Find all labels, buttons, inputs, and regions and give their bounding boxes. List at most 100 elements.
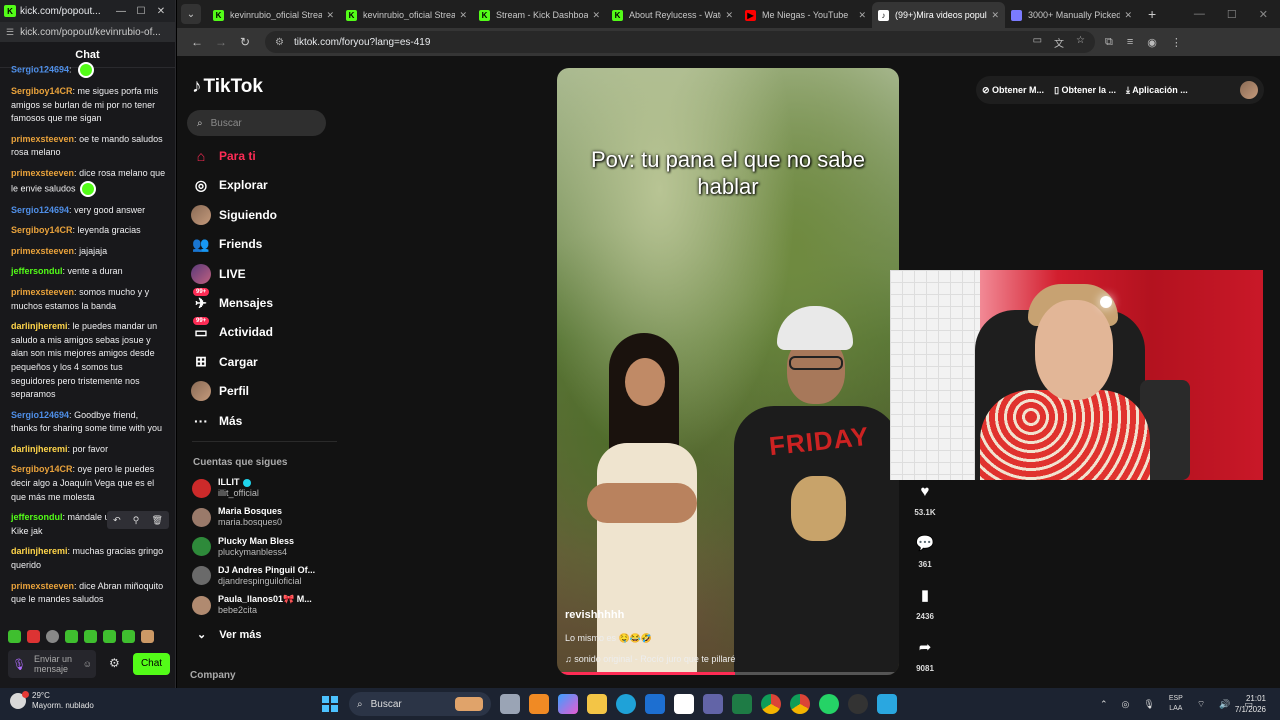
browser-tab[interactable]: 3000+ Manually Picked ✕ [1005,2,1138,28]
tiktok-logo[interactable]: ♪ TikTok [192,76,263,98]
chat-username[interactable]: primexsteeven [11,168,74,178]
chat-message-input[interactable]: 🎙 Enviar un mensaje ☺ [8,650,96,678]
delete-icon[interactable]: 🗑 [151,515,162,526]
profile-icon[interactable]: ◉ [1147,36,1157,49]
close-tab-icon[interactable]: ✕ [1124,10,1132,21]
chrome-active-icon[interactable] [790,694,810,714]
chat-username[interactable]: primexsteeven [11,581,74,591]
location-icon[interactable]: ◎ [1122,699,1130,710]
chat-username[interactable]: Sergiboy14CR [11,464,73,474]
emote-icon[interactable] [122,630,135,643]
like-button[interactable]: ♥ 53.1K [910,478,940,518]
nav-item[interactable]: ··· Más [191,411,242,431]
chat-username[interactable]: darlinjheremi [11,444,68,454]
emote-icon[interactable] [141,630,154,643]
emote-icon[interactable] [84,630,97,643]
chat-message[interactable]: Sergio124694: Goodbye friend, thanks for… [11,409,167,436]
clock[interactable]: 21:01 7/1/2026 [1235,693,1266,715]
chat-message[interactable]: darlinjheremi: muchas gracias gringo que… [11,545,167,572]
language-indicator[interactable]: ESP LAA [1169,694,1183,714]
new-tab-icon[interactable]: + [1148,6,1156,22]
teams-icon[interactable] [703,694,723,714]
followed-account[interactable]: DJ Andres Pinguil Of... djandrespinguilof… [192,565,315,587]
windows-start-icon[interactable] [322,696,338,712]
outlook-icon[interactable] [645,694,665,714]
close-tab-icon[interactable]: ✕ [326,10,334,21]
pin-icon[interactable]: ⚲ [133,515,140,526]
close-tab-icon[interactable]: ✕ [459,10,467,21]
chat-username[interactable]: primexsteeven [11,246,74,256]
translate-icon[interactable]: 文 [1054,35,1064,50]
site-settings-icon[interactable]: ⚙ [275,37,284,48]
reload-icon[interactable]: ↻ [233,35,257,49]
share-button[interactable]: ➦ 9081 [910,634,940,673]
chat-message[interactable]: Sergiboy14CR: me sigues porfa mis amigos… [11,85,167,126]
nav-item[interactable]: Siguiendo [191,204,277,225]
browser-tab[interactable]: ♪ (99+)Mira videos popul... ✕ [872,2,1005,28]
browser-tab[interactable]: K About Reylucess - Watch ✕ [606,2,739,28]
chat-message[interactable]: primexsteeven: jajajaja [11,245,167,259]
chevron-up-icon[interactable]: ⌃ [1100,699,1108,710]
company-link[interactable]: Company [190,670,236,681]
chat-message[interactable]: darlinjheremi: por favor [11,443,167,457]
user-avatar[interactable] [1240,81,1258,99]
chat-message[interactable]: Sergio124694: very good answer [11,204,167,218]
tab-search-icon[interactable]: ⌄ [181,4,201,24]
excel-icon[interactable] [732,694,752,714]
chat-username[interactable]: Sergio124694 [11,410,69,420]
chat-send-button[interactable]: Chat [133,653,170,675]
omnibox[interactable]: ⚙ tiktok.com/foryou?lang=es-419 ▭ 文 ☆ [265,31,1095,53]
followed-account[interactable]: Maria Bosques maria.bosques0 [192,506,282,528]
capcut-icon[interactable] [674,694,694,714]
video-player[interactable]: FRIDAY Pov: tu pana el que no sabe habla… [557,68,899,675]
microphone-icon[interactable]: 🎙 [12,658,26,671]
close-tab-icon[interactable]: ✕ [858,10,866,21]
chat-message-list[interactable]: Sergio124694: Sergiboy14CR: me sigues po… [0,62,175,614]
emote-icon[interactable] [27,630,40,643]
chat-message[interactable]: jeffersondul: vente a duran [11,265,167,279]
followed-account[interactable]: Plucky Man Bless pluckymanbless4 [192,536,294,558]
chat-message[interactable]: darlinjheremi: le puedes mandar un salud… [11,320,167,402]
nav-item[interactable]: ▭ 99+ Actividad [191,317,273,342]
site-info-icon[interactable]: ☰ [6,27,14,38]
close-icon[interactable]: ✕ [1259,8,1268,21]
maximize-icon[interactable]: ☐ [131,6,151,17]
chat-message[interactable]: primexsteeven: dice Abran miñoquito que … [11,580,167,607]
maximize-icon[interactable]: ☐ [1227,8,1237,21]
emote-icon[interactable] [103,630,116,643]
obs-icon[interactable] [848,694,868,714]
chat-username[interactable]: darlinjheremi [11,546,68,556]
gear-icon[interactable]: ⚙ [109,656,120,670]
bookmark-star-icon[interactable]: ☆ [1076,35,1085,50]
chrome-icon[interactable] [761,694,781,714]
browser-tab[interactable]: Kkevinrubio_oficial Stream ✕ [340,2,473,28]
chat-username[interactable]: jeffersondul [11,266,63,276]
nav-item[interactable]: ⊞ Cargar [191,352,258,372]
cast-icon[interactable]: ▭ [1033,35,1042,50]
edge-icon[interactable] [616,694,636,714]
chat-message[interactable]: Sergiboy14CR: oye pero le puedes decir a… [11,463,167,504]
file-explorer-icon[interactable] [587,694,607,714]
notepad-icon[interactable] [877,694,897,714]
chat-message[interactable]: Sergio124694: [11,62,167,78]
nav-item[interactable]: ⌂ Para ti [191,146,256,166]
volume-icon[interactable]: 🔊 [1219,699,1230,710]
get-coins-button[interactable]: ⊘ Obtener M... [982,85,1044,96]
extensions-icon[interactable]: ⧉ [1105,36,1113,49]
browser-tab[interactable]: Kkevinrubio_oficial Stream ✕ [207,2,340,28]
browser-tab[interactable]: K Stream - Kick Dashboard ✕ [473,2,606,28]
chat-username[interactable]: darlinjheremi [11,321,68,331]
weather-widget[interactable]: 29°C Mayorm. nublado [10,691,94,711]
emote-icon[interactable] [65,630,78,643]
chat-username[interactable]: Sergiboy14CR [11,86,73,96]
video-author[interactable]: revishhhhh [565,609,624,621]
close-tab-icon[interactable]: ✕ [991,10,999,21]
see-more-button[interactable]: ⌄ Ver más [197,628,261,641]
comment-button[interactable]: 💬 361 [910,530,940,569]
nav-item[interactable]: ✈ 99+ Mensajes [191,288,273,313]
close-tab-icon[interactable]: ✕ [725,10,733,21]
video-progress-bar[interactable] [557,672,899,675]
emote-icon[interactable] [46,630,59,643]
taskbar-search[interactable]: ⌕ Buscar [349,692,491,716]
followed-account[interactable]: ILLIT illit_official [192,477,259,499]
